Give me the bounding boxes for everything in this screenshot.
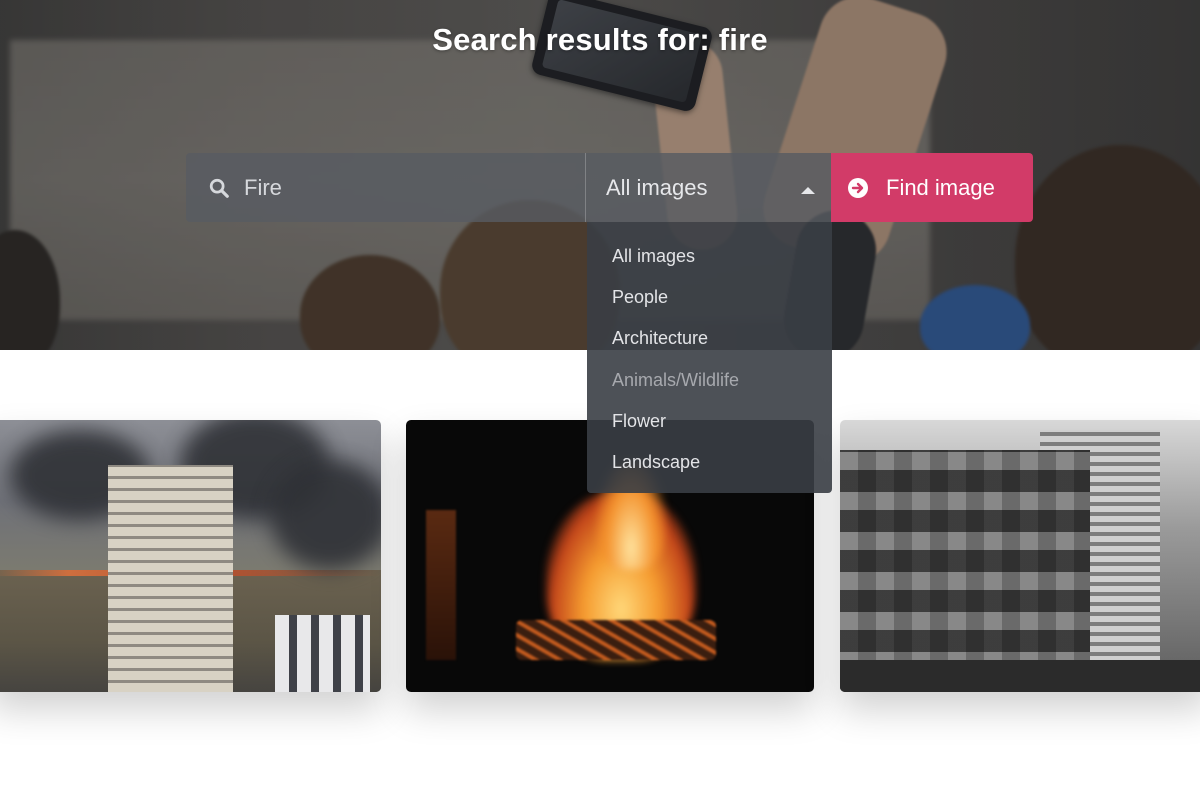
search-bar: All images Find image [186,153,1034,222]
image-street-level [840,660,1200,692]
dropdown-option-landscape[interactable]: Landscape [587,442,832,483]
search-field[interactable] [186,153,586,222]
image-logs [516,620,716,660]
caret-up-icon [801,187,815,194]
page: Search results for: fire All images Find… [0,0,1200,800]
find-image-button[interactable]: Find image [831,153,1033,222]
image-smoke [270,460,381,570]
result-image-card[interactable] [840,420,1200,692]
image-high-rise [108,465,233,692]
result-image-card[interactable] [0,420,381,692]
category-dropdown-menu: All images People Architecture Animals/W… [587,222,832,493]
image-facade [840,450,1090,692]
dropdown-option-architecture[interactable]: Architecture [587,318,832,359]
image-fireplace-edge [426,510,456,660]
dropdown-option-animals-wildlife[interactable]: Animals/Wildlife [587,360,832,401]
image-building [275,615,370,692]
category-select[interactable]: All images [586,153,831,222]
dropdown-option-all-images[interactable]: All images [587,236,832,277]
category-select-value: All images [606,174,708,200]
dropdown-option-flower[interactable]: Flower [587,401,832,442]
find-image-label: Find image [886,174,995,200]
page-title: Search results for: fire [432,22,768,57]
dropdown-option-people[interactable]: People [587,277,832,318]
search-input[interactable] [244,174,564,201]
search-icon [209,178,229,198]
arrow-circle-right-icon [848,177,868,198]
